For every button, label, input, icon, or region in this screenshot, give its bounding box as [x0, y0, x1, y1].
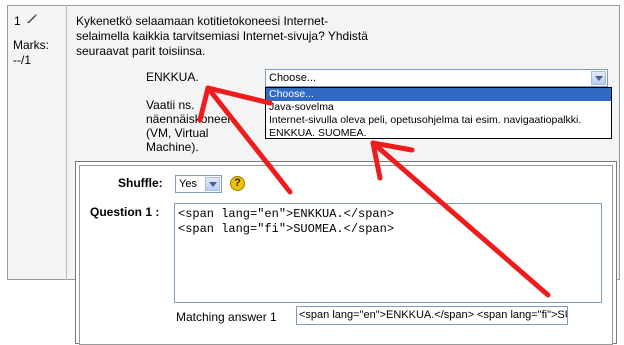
help-icon[interactable]: ? [230, 176, 245, 191]
question1-textarea[interactable]: <span lang="en">ENKKUA.</span> <span lang… [174, 203, 602, 303]
dropdown-option[interactable]: Internet-sivulla oleva peli, opetusohjel… [266, 114, 611, 127]
answer-dropdown-list: Choose... Java-sovelma Internet-sivulla … [265, 87, 612, 139]
question1-label: Question 1 : [90, 205, 160, 219]
question-number: 1 [14, 14, 21, 28]
dropdown-option[interactable]: Java-sovelma [266, 101, 611, 114]
dropdown-option[interactable]: Choose... [266, 88, 611, 101]
subquestion-label: ENKKUA. [146, 70, 199, 84]
question1-line: <span lang="en">ENKKUA.</span> [178, 207, 395, 221]
edit-icon[interactable] [26, 12, 38, 24]
marks-value: --/1 [13, 53, 31, 67]
shuffle-label: Shuffle: [118, 176, 163, 190]
chevron-down-icon[interactable] [591, 71, 606, 85]
marks-label: Marks: [13, 38, 49, 52]
question1-line: <span lang="fi">SUOMEA.</span> [178, 222, 395, 236]
shuffle-select-value: Yes [179, 178, 197, 190]
question-info-divider [66, 5, 67, 280]
dropdown-option[interactable]: ENKKUA. SUOMEA. [266, 127, 611, 140]
answer-select-value: Choose... [269, 72, 317, 84]
question-text: Kykenetkö selaamaan kotitietokoneesi Int… [76, 14, 368, 58]
shuffle-select[interactable]: Yes [175, 175, 222, 193]
matching-answer-input[interactable]: <span lang="en">ENKKUA.</span> <span lan… [296, 306, 568, 325]
matching-answer-label: Matching answer 1 [176, 310, 277, 324]
answer-select[interactable]: Choose... [265, 69, 608, 87]
subquestion-label-2: Vaatii ns. näennäiskoneen (VM, Virtual M… [146, 98, 235, 154]
chevron-down-icon[interactable] [205, 177, 220, 191]
